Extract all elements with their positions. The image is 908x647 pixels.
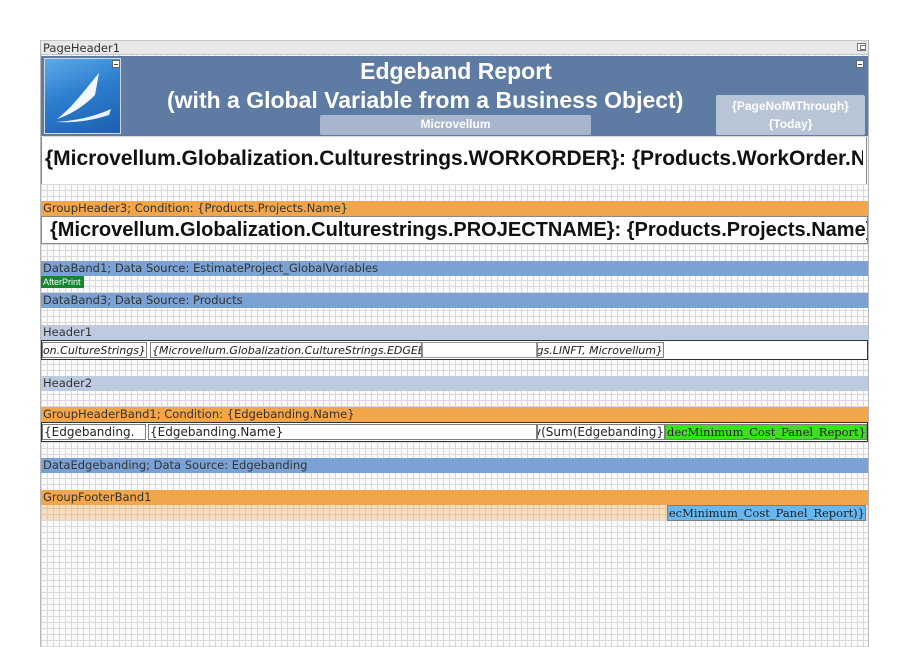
header-1-row[interactable]: {Microvellum.Globalization.CultureString… — [41, 340, 868, 360]
band-label: GroupFooterBand1 — [43, 490, 152, 504]
header-1-cell[interactable]: {Microvellum.Globalization.CultureString… — [150, 342, 422, 358]
report-title-line2: (with a Global Variable from a Business … — [167, 87, 684, 113]
page-info-box[interactable]: {PageNofMThrough} {Today} — [716, 95, 865, 135]
company-logo[interactable] — [44, 58, 121, 134]
band-label: DataBand3; Data Source: Products — [43, 293, 243, 307]
header-smart-tag-icon[interactable] — [856, 60, 864, 68]
band-label: DataEdgebanding; Data Source: Edgebandin… — [43, 458, 308, 472]
header-1-cell[interactable]: {Microvellum.Globalization.CultureString… — [537, 342, 664, 358]
band-title-header-2[interactable]: Header2 — [41, 376, 868, 391]
logo-icon — [55, 73, 111, 123]
total-cost-cell[interactable]: {Display(decMinimum_Cost_Panel_Report)} — [667, 505, 866, 521]
project-name-text: {Microvellum.Globalization.Culturestring… — [50, 219, 867, 241]
band-title-page-header[interactable]: PageHeader1 — [41, 40, 868, 55]
band-title-group-header-band-1[interactable]: GroupHeaderBand1; Condition: {Edgebandin… — [41, 407, 868, 422]
logo-smart-tag-icon[interactable] — [112, 60, 120, 68]
page-number-field: {PageNofMThrough} — [732, 99, 849, 113]
band-label: GroupHeaderBand1; Condition: {Edgebandin… — [43, 407, 355, 421]
band-label: Header1 — [43, 325, 93, 339]
edgebanding-code-cell[interactable]: {Edgebanding. — [42, 424, 146, 440]
band-title-group-footer-band-1[interactable]: GroupFooterBand1 — [41, 490, 868, 505]
date-field: {Today} — [768, 117, 813, 131]
edgebanding-name-cell[interactable]: {Edgebanding.Name} — [148, 424, 537, 440]
linear-feet-sum-cell[interactable]: {Display(Sum(Edgebanding. — [537, 424, 665, 440]
header-1-cell[interactable]: {Microvellum.Globalization.CultureString… — [42, 342, 147, 358]
project-name-text-box[interactable]: {Microvellum.Globalization.Culturestring… — [41, 216, 868, 244]
band-label: GroupHeader3; Condition: {Products.Proje… — [43, 201, 349, 215]
header-1-cell[interactable] — [422, 342, 537, 358]
band-label: PageHeader1 — [43, 41, 121, 55]
band-label: Header2 — [43, 376, 93, 390]
company-name-label[interactable]: Microvellum — [320, 115, 591, 135]
workorder-text: {Microvellum.Globalization.Culturestring… — [45, 147, 863, 170]
band-title-data-band-3[interactable]: DataBand3; Data Source: Products — [41, 293, 868, 308]
cost-cell[interactable]: Panel Report2: {decMinimum_Cost_Panel_Re… — [665, 424, 867, 440]
restore-glyph — [860, 45, 866, 50]
restore-icon[interactable] — [857, 43, 866, 51]
band-title-header-1[interactable]: Header1 — [41, 325, 868, 340]
band-title-group-header-3[interactable]: GroupHeader3; Condition: {Products.Proje… — [41, 201, 868, 216]
band-title-data-band-1[interactable]: DataBand1; Data Source: EstimateProject_… — [41, 261, 868, 276]
workorder-text-box[interactable]: {Microvellum.Globalization.Culturestring… — [41, 137, 867, 184]
after-print-event-badge[interactable]: AfterPrint — [41, 276, 84, 288]
band-title-data-edgebanding[interactable]: DataEdgebanding; Data Source: Edgebandin… — [41, 458, 868, 473]
report-title-line1: Edgeband Report — [360, 58, 552, 84]
band-label: DataBand1; Data Source: EstimateProject_… — [43, 261, 379, 275]
report-design-canvas[interactable]: PageHeader1 Edgeband Report (with a Glob… — [40, 40, 869, 647]
group-header-band-1-row[interactable]: {Edgebanding. {Edgebanding.Name} {Displa… — [41, 422, 868, 442]
